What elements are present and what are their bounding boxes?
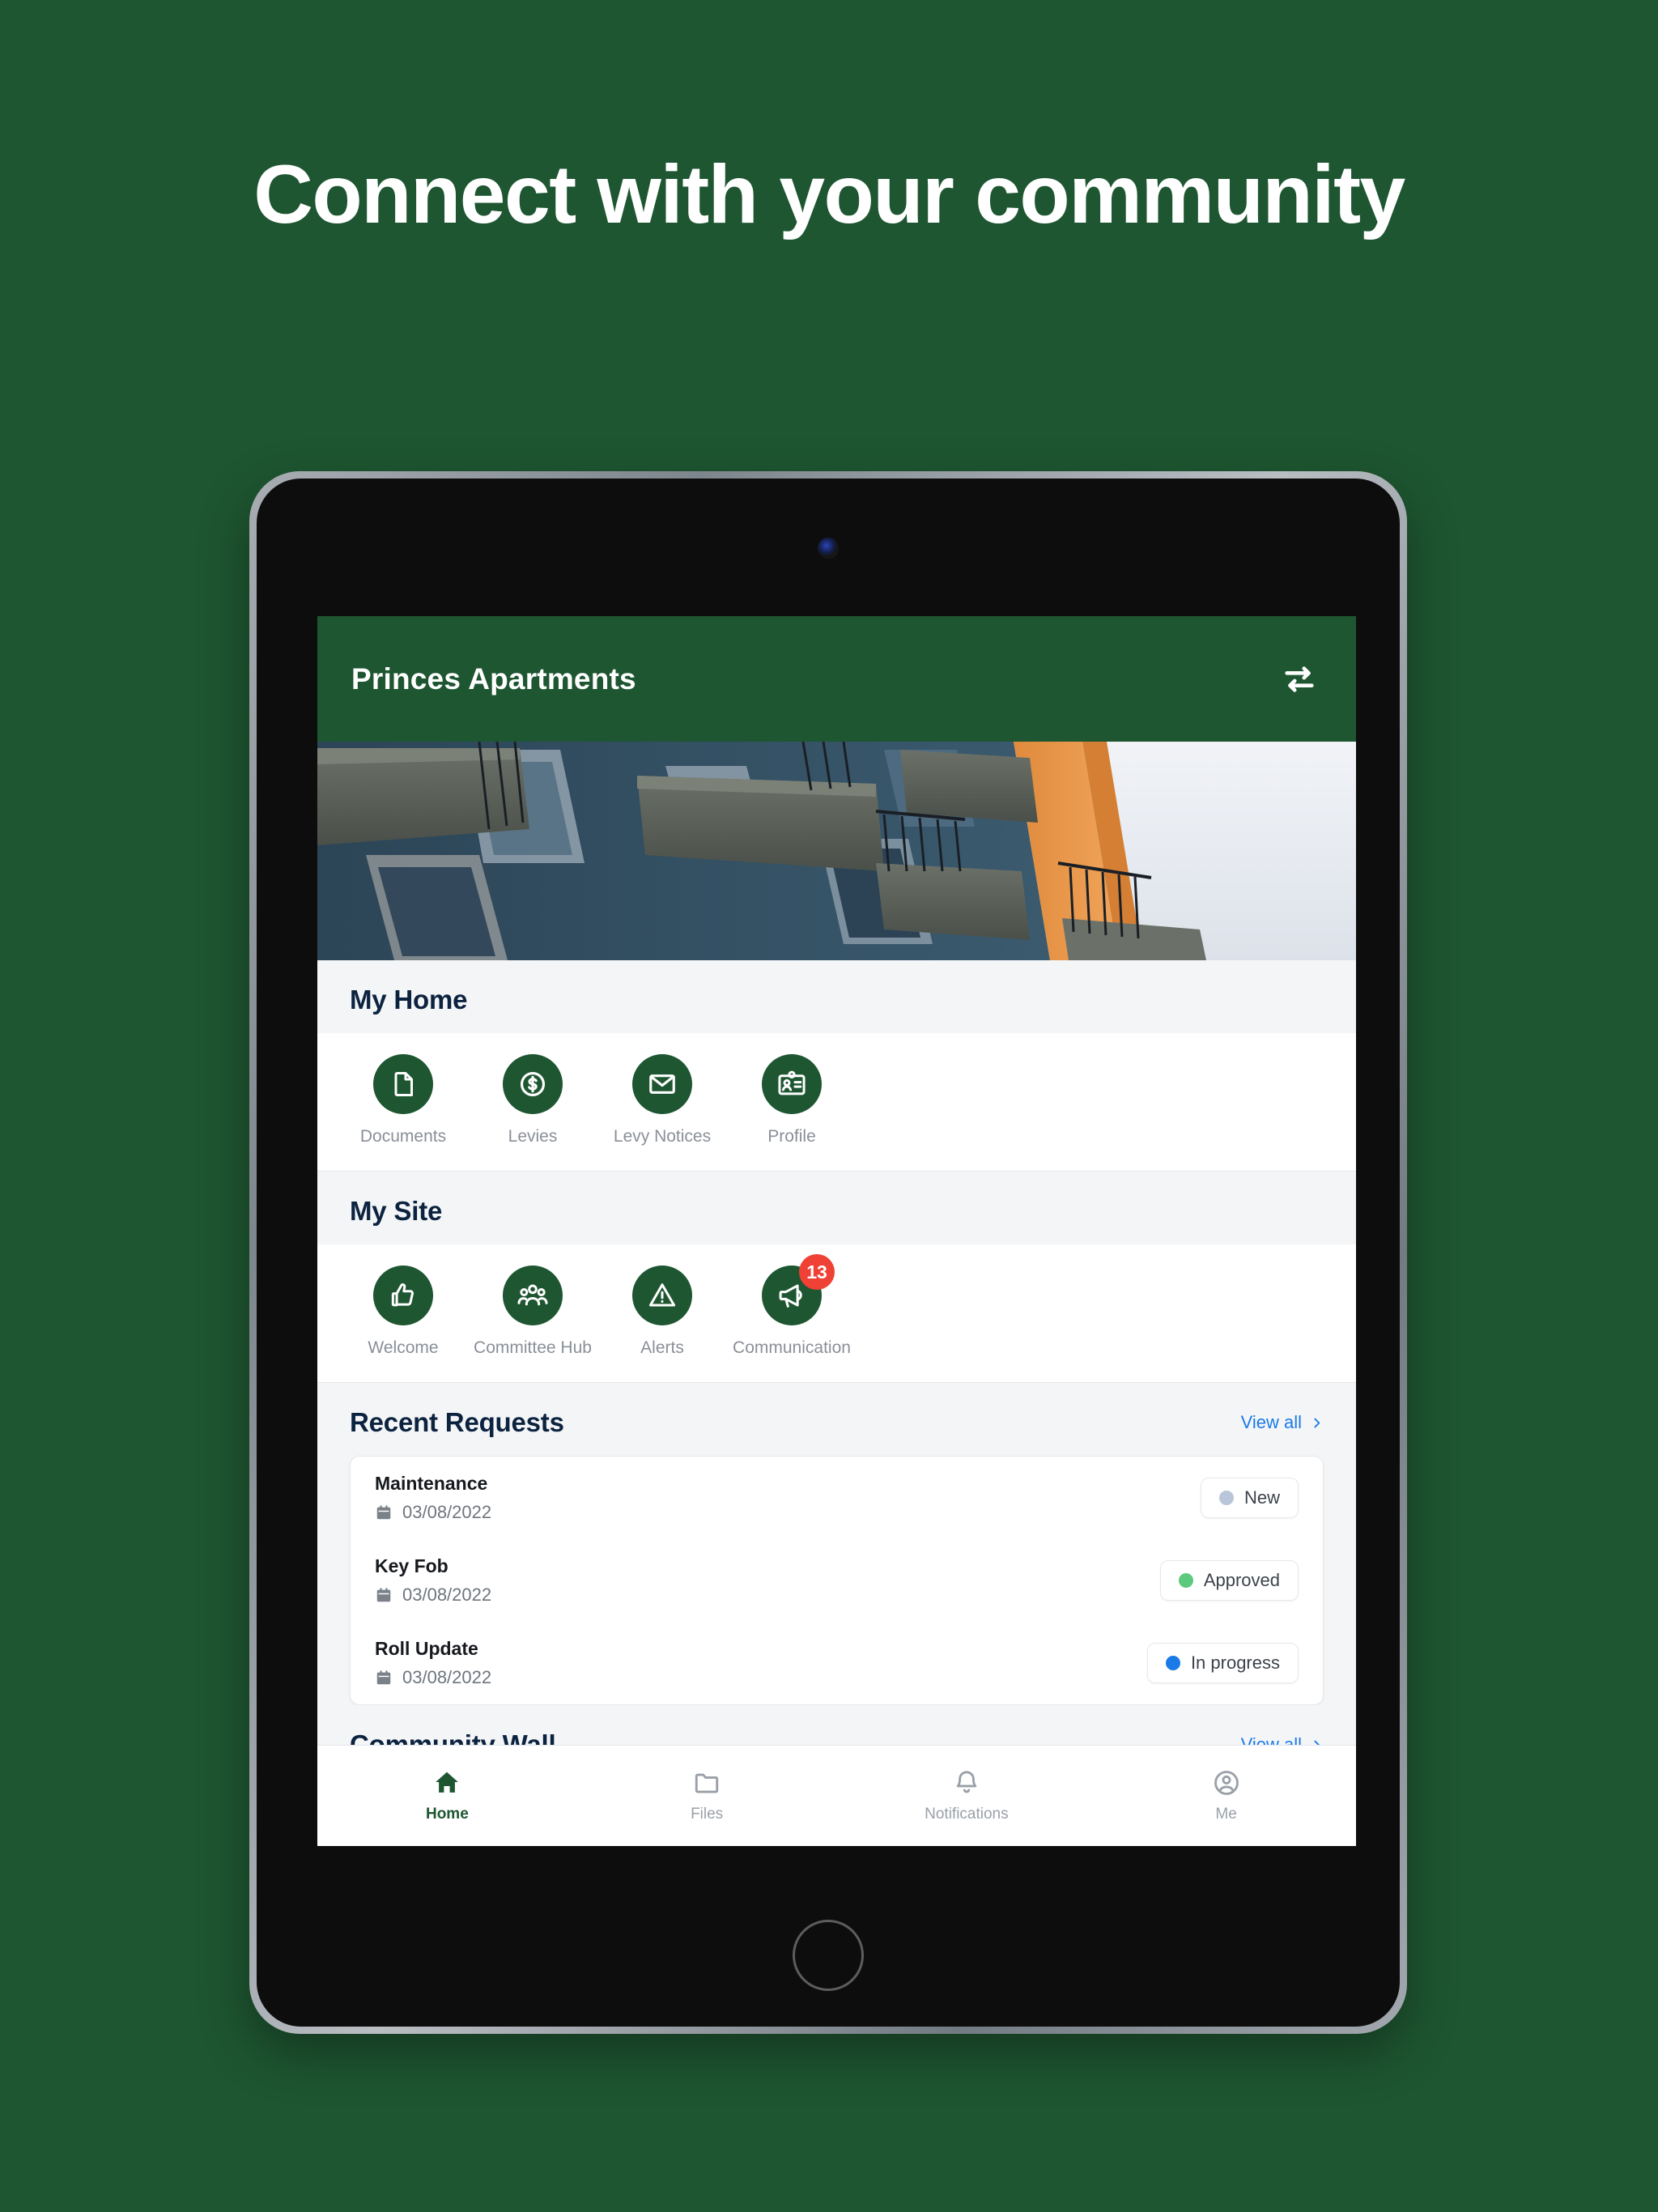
status-dot	[1218, 1491, 1234, 1505]
status-badge: In progress	[1146, 1643, 1299, 1683]
tile-label: Alerts	[640, 1338, 684, 1357]
table-row[interactable]: Maintenance 03/08/2022 New	[351, 1457, 1323, 1539]
person-circle-icon	[1214, 1771, 1239, 1795]
request-date: 03/08/2022	[375, 1585, 491, 1606]
swap-arrows-icon[interactable]	[1277, 657, 1322, 702]
status-badge: New	[1200, 1478, 1299, 1518]
status-label: In progress	[1190, 1653, 1280, 1673]
nav-label: Home	[425, 1806, 469, 1823]
home-icon	[436, 1772, 459, 1793]
nav-item-me[interactable]: Me	[1096, 1768, 1356, 1823]
envelope-icon	[632, 1054, 692, 1114]
tile-label: Levies	[508, 1127, 558, 1146]
request-title: Maintenance	[375, 1473, 488, 1494]
view-all-label: View all	[1240, 1412, 1302, 1432]
recent-requests-title: Recent Requests	[350, 1407, 564, 1437]
section-header-my-site: My Site	[317, 1172, 1356, 1244]
community-wall-view-all-link[interactable]: View all	[1241, 1734, 1324, 1745]
tile-levy-notices[interactable]: Levy Notices	[597, 1054, 727, 1146]
bottom-navigation: Home Files Notifications Me	[317, 1745, 1356, 1846]
document-icon	[373, 1054, 433, 1114]
request-date: 03/08/2022	[375, 1502, 491, 1523]
nav-label: Files	[691, 1806, 724, 1823]
chevron-right-icon	[1314, 1418, 1320, 1427]
status-dot	[1165, 1656, 1180, 1670]
tablet-device-frame: Princes Apartments My Home Documents Lev…	[249, 471, 1407, 2034]
request-title: Roll Update	[375, 1638, 478, 1659]
tile-documents[interactable]: Documents	[338, 1054, 468, 1146]
nav-item-notifications[interactable]: Notifications	[837, 1768, 1097, 1823]
status-label: New	[1244, 1487, 1280, 1508]
table-row[interactable]: Key Fob 03/08/2022 Approved	[351, 1539, 1323, 1622]
tile-label: Profile	[767, 1127, 816, 1146]
app-content: My Home Documents Levies Levy Notices Pr…	[317, 960, 1356, 1745]
thumbs-up-icon	[373, 1266, 433, 1325]
community-wall-title: Community Wall	[350, 1729, 556, 1745]
calendar-icon	[376, 1670, 391, 1685]
tile-label: Welcome	[368, 1338, 439, 1357]
nav-item-home[interactable]: Home	[317, 1768, 577, 1823]
calendar-icon	[376, 1588, 391, 1602]
tile-label: Documents	[359, 1127, 447, 1146]
status-label: Approved	[1203, 1570, 1280, 1590]
warning-triangle-icon	[632, 1266, 692, 1325]
section-header-community-wall: Community Wall View all	[317, 1705, 1356, 1745]
request-date-label: 03/08/2022	[402, 1585, 492, 1605]
tile-committee-hub[interactable]: Committee Hub	[468, 1266, 597, 1358]
nav-label: Me	[1215, 1806, 1237, 1823]
recent-requests-card: Maintenance 03/08/2022 New Key Fob 03/08…	[350, 1456, 1324, 1705]
request-title: Key Fob	[375, 1555, 449, 1576]
tile-label: Committee Hub	[474, 1338, 592, 1357]
front-camera-icon	[818, 538, 839, 559]
tablet-body: Princes Apartments My Home Documents Lev…	[257, 479, 1400, 2027]
bell-icon	[956, 1771, 977, 1793]
recent-requests-view-all-link[interactable]: View all	[1241, 1412, 1324, 1433]
table-row[interactable]: Roll Update 03/08/2022 In progress	[351, 1622, 1323, 1704]
folder-icon	[695, 1773, 719, 1793]
megaphone-icon: 13	[762, 1254, 835, 1325]
people-group-icon	[503, 1266, 563, 1325]
home-button[interactable]	[793, 1920, 864, 1991]
section-header-recent-requests: Recent Requests View all	[317, 1383, 1356, 1456]
id-card-icon	[762, 1054, 822, 1114]
my-site-title: My Site	[350, 1196, 443, 1226]
calendar-icon	[376, 1505, 391, 1520]
hero-image	[317, 742, 1356, 960]
status-dot	[1178, 1573, 1193, 1588]
tile-communication[interactable]: 13 Communication	[727, 1254, 857, 1358]
my-home-title: My Home	[350, 985, 468, 1015]
tile-levies[interactable]: Levies	[468, 1054, 597, 1146]
request-date: 03/08/2022	[375, 1667, 491, 1688]
nav-item-files[interactable]: Files	[577, 1768, 837, 1823]
tile-label: Levy Notices	[613, 1127, 712, 1146]
my-site-tiles: Welcome Committee Hub Alerts 13 Communic…	[317, 1244, 1356, 1383]
app-title: Princes Apartments	[351, 661, 636, 696]
communication-badge: 13	[799, 1254, 835, 1290]
app-header: Princes Apartments	[317, 616, 1356, 742]
request-date-label: 03/08/2022	[402, 1667, 492, 1687]
section-header-my-home: My Home	[317, 960, 1356, 1033]
view-all-label: View all	[1240, 1734, 1302, 1745]
status-badge: Approved	[1159, 1560, 1299, 1601]
my-home-tiles: Documents Levies Levy Notices Profile	[317, 1033, 1356, 1172]
chevron-right-icon	[1314, 1740, 1320, 1745]
tile-welcome[interactable]: Welcome	[338, 1266, 468, 1358]
tile-alerts[interactable]: Alerts	[597, 1266, 727, 1358]
tile-profile[interactable]: Profile	[727, 1054, 857, 1146]
page-title: Connect with your community	[253, 148, 1405, 240]
app-screen: Princes Apartments My Home Documents Lev…	[317, 616, 1356, 1846]
request-date-label: 03/08/2022	[402, 1502, 492, 1522]
nav-label: Notifications	[925, 1806, 1009, 1823]
dollar-circle-icon	[503, 1054, 563, 1114]
tile-label: Communication	[733, 1338, 851, 1357]
